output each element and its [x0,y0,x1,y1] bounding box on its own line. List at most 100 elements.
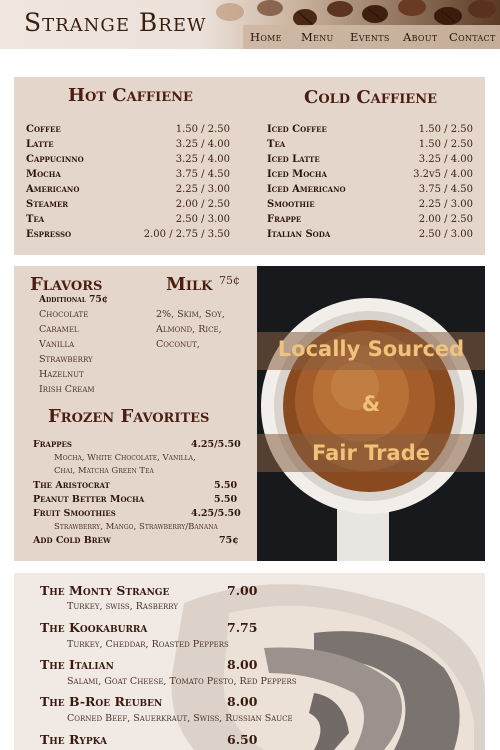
aristocrat-price: 5.50 [214,480,238,491]
sandwich-panel: The Monty Strange 7.00 Turkey, swiss, Ra… [14,573,485,750]
nav-about[interactable]: About [403,30,437,44]
item-price: 2.00 / 2.50 [418,214,473,225]
item-price: 3.2v5 / 4.00 [413,169,473,180]
sandwich-price: 7.00 [227,583,258,598]
item-name: Tea [26,214,45,225]
frappes-desc: Chai, Matcha Green Tea [54,466,154,476]
menu-row: Frappe 2.00 / 2.50 [267,214,473,229]
sandwich-price: 8.00 [227,657,258,672]
smoothies-desc: Strawberry, Mango, Strawberry/Banana [54,522,218,532]
menu-row: Espresso 2.00 / 2.75 / 3.50 [26,229,230,244]
nav-home[interactable]: Home [250,30,282,44]
smoothies-price: 4.25/5.50 [191,508,241,519]
item-name: Tea [267,139,286,150]
item-name: Smoothie [267,199,315,210]
flavor-item: Chocolate [39,309,89,320]
flavor-item: Hazelnut [39,369,84,380]
item-price: 1.50 / 2.50 [418,139,473,150]
item-name: Steamer [26,199,69,210]
nav-contact[interactable]: Contact [449,30,496,44]
coldbrew-name: Add Cold Brew [33,535,111,546]
item-price: 3.25 / 4.00 [418,154,473,165]
item-price: 3.25 / 4.00 [175,139,230,150]
menu-row: Iced Mocha 3.2v5 / 4.00 [267,169,473,184]
flavor-item: Caramel [39,324,79,335]
cold-caffeine-title: Cold Caffiene [304,87,437,108]
milk-line: Almond, Rice, [156,324,222,335]
frappes-name: Frappes [33,439,72,450]
menu-row: Tea 2.50 / 3.00 [26,214,230,229]
promo-line-fair-trade: Fair Trade [312,441,430,465]
extras-panel: Flavors Additional 75¢ Chocolate Caramel… [14,266,257,561]
item-price: 2.00 / 2.50 [175,199,230,210]
menu-row: Iced Latte 3.25 / 4.00 [267,154,473,169]
hot-caffeine-title: Hot Caffiene [68,85,193,106]
sandwich-name: The Rypka [40,732,108,747]
sandwich-price: 8.00 [227,694,258,709]
item-price: 3.75 / 4.50 [175,169,230,180]
item-name: Americano [26,184,80,195]
hot-caffeine-list: Coffee 1.50 / 2.50 Latte 3.25 / 4.00 Cappu… [26,124,230,244]
promo-line-ampersand: & [361,392,381,416]
menu-row: Cappucinno 3.25 / 4.00 [26,154,230,169]
promo-line-locally-sourced: Locally Sourced [277,337,465,361]
sandwich-price: 7.75 [227,620,258,635]
sandwich-desc: Corned Beef, Sauerkraut, Swiss, Russian … [67,713,293,724]
item-price: 2.50 / 3.00 [175,214,230,225]
item-name: Coffee [26,124,61,135]
item-price: 1.50 / 2.50 [175,124,230,135]
nav-events[interactable]: Events [350,30,390,44]
coldbrew-price: 75¢ [219,535,239,546]
item-name: Cappucinno [26,154,84,165]
sandwich-price: 6.50 [227,732,258,747]
milk-line: 2%, Skim, Soy, [156,309,225,320]
main-nav: Home Menu Events About Contact [243,25,500,49]
flavor-item: Irish Cream [39,384,95,395]
menu-row: Americano 2.25 / 3.00 [26,184,230,199]
menu-row: Coffee 1.50 / 2.50 [26,124,230,139]
item-name: Iced Coffee [267,124,327,135]
item-name: Iced Latte [267,154,320,165]
menu-row: Iced Coffee 1.50 / 2.50 [267,124,473,139]
flavors-title: Flavors [30,274,103,295]
item-price: 2.00 / 2.75 / 3.50 [143,229,230,240]
aristocrat-name: The Aristocrat [33,480,110,491]
frappes-price: 4.25/5.50 [191,439,241,450]
menu-row: Italian Soda 2.50 / 3.00 [267,229,473,244]
item-price: 3.25 / 4.00 [175,154,230,165]
item-price: 2.25 / 3.00 [175,184,230,195]
menu-row: Mocha 3.75 / 4.50 [26,169,230,184]
milk-price: 75¢ [219,274,240,287]
sandwich-desc: Salami, Goat Cheese, Tomato Pesto, Red P… [67,676,297,687]
menu-row: Tea 1.50 / 2.50 [267,139,473,154]
menu-row: Steamer 2.00 / 2.50 [26,199,230,214]
item-price: 1.50 / 2.50 [418,124,473,135]
brand-logo[interactable]: Strange Brew [24,8,206,37]
sandwich-name: The Monty Strange [40,583,170,598]
nav-menu[interactable]: Menu [301,30,334,44]
sandwich-name: The Italian [40,657,114,672]
flavor-item: Vanilla [39,339,75,350]
frappes-desc: Mocha, White Chocolate, Vanilla, [54,453,196,463]
site-header: Strange Brew Home Menu Events About Cont… [0,0,500,49]
smoothies-name: Fruit Smoothies [33,508,116,519]
item-name: Italian Soda [267,229,331,240]
menu-row: Latte 3.25 / 4.00 [26,139,230,154]
item-name: Mocha [26,169,61,180]
cold-caffeine-list: Iced Coffee 1.50 / 2.50 Tea 1.50 / 2.50 Ic… [267,124,473,244]
item-name: Frappe [267,214,302,225]
peanut-price: 5.50 [214,494,238,505]
item-price: 2.25 / 3.00 [418,199,473,210]
menu-row: Iced Americano 3.75 / 4.50 [267,184,473,199]
sandwich-name: The B-Roe Reuben [40,694,163,709]
menu-row: Smoothie 2.25 / 3.00 [267,199,473,214]
peanut-name: Peanut Better Mocha [33,494,145,505]
sandwich-desc: Turkey, swiss, Rasberry [67,601,178,612]
caffeine-panel: Hot Caffiene Cold Caffiene Coffee 1.50 / … [14,77,485,255]
item-price: 2.50 / 3.00 [418,229,473,240]
flavor-item: Strawberry [39,354,93,365]
item-name: Iced Americano [267,184,346,195]
item-name: Espresso [26,229,72,240]
promo-photo-panel: Locally Sourced & Fair Trade [257,266,485,561]
milk-title: Milk [166,274,213,295]
